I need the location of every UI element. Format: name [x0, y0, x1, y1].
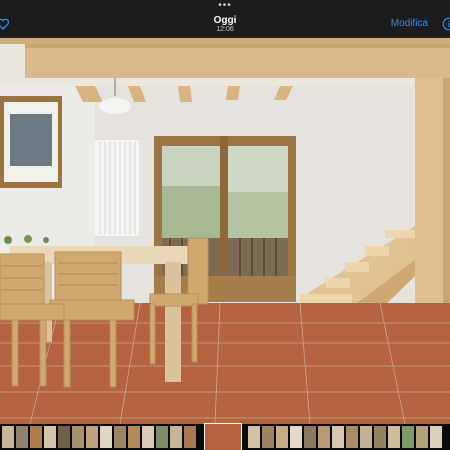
thumbnail[interactable] [114, 426, 126, 448]
thumbnail[interactable] [44, 426, 56, 448]
top-navigation-bar: ••• Oggi 12:06 Modifica [0, 0, 450, 38]
thumbnail[interactable] [30, 426, 42, 448]
thumbnail[interactable] [16, 426, 28, 448]
edit-button[interactable]: Modifica [391, 18, 428, 29]
info-circle-icon[interactable] [442, 17, 450, 31]
thumbnail[interactable] [2, 426, 14, 448]
more-handle[interactable]: ••• [0, 1, 450, 11]
thumbnail[interactable] [318, 426, 330, 448]
thumbnail[interactable] [184, 426, 196, 448]
thumbnail[interactable] [374, 426, 386, 448]
thumbnail[interactable] [402, 426, 414, 448]
thumbnail[interactable] [304, 426, 316, 448]
time-subtitle: 12:06 [216, 26, 234, 33]
thumbnail[interactable] [86, 426, 98, 448]
thumbnail-filmstrip[interactable] [0, 423, 450, 450]
thumbnail[interactable] [346, 426, 358, 448]
thumbnail[interactable] [248, 426, 260, 448]
thumbnail[interactable] [430, 426, 442, 448]
thumbnail[interactable] [128, 426, 140, 448]
page-title: Oggi [213, 15, 237, 26]
thumbnail[interactable] [262, 426, 274, 448]
thumbnail[interactable] [170, 426, 182, 448]
thumbnail-selected[interactable] [204, 423, 242, 450]
thumbnail[interactable] [332, 426, 344, 448]
thumbnail[interactable] [388, 426, 400, 448]
thumbnail[interactable] [58, 426, 70, 448]
main-photo[interactable] [0, 38, 450, 424]
thumbnail[interactable] [276, 426, 288, 448]
room-photo-image [0, 38, 450, 424]
thumbnail[interactable] [156, 426, 168, 448]
thumbnail[interactable] [290, 426, 302, 448]
thumbnail[interactable] [360, 426, 372, 448]
thumbnail[interactable] [416, 426, 428, 448]
thumbnail[interactable] [72, 426, 84, 448]
thumbnail[interactable] [100, 426, 112, 448]
thumbnail[interactable] [142, 426, 154, 448]
